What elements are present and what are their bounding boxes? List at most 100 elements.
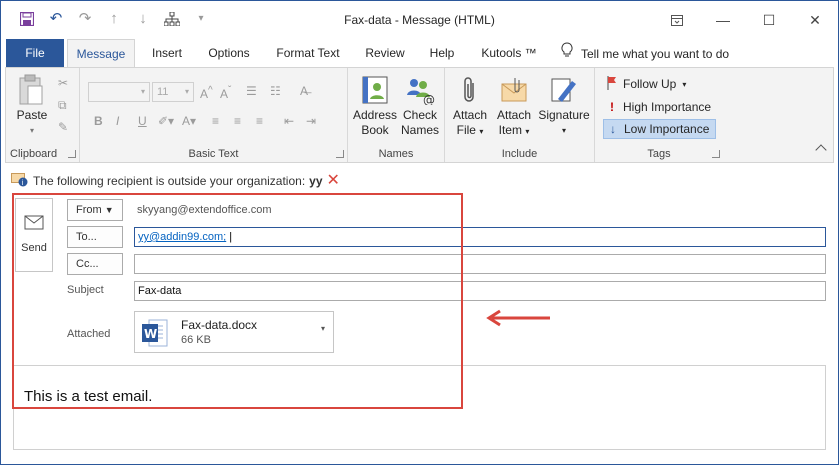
subject-field[interactable]: Fax-data — [134, 281, 826, 301]
basic-text-launcher-icon[interactable] — [336, 150, 344, 158]
clear-format-icon[interactable]: A̶ — [300, 84, 308, 98]
names-group-label: Names — [378, 148, 414, 160]
cc-button[interactable]: Cc... — [67, 253, 123, 275]
paste-button[interactable]: Paste ▾ — [12, 74, 52, 138]
paste-dropdown-icon[interactable]: ▾ — [12, 123, 52, 138]
tab-help[interactable]: Help — [421, 39, 463, 68]
address-book-label-2: Book — [361, 123, 389, 137]
low-importance-label: Low Importance — [624, 122, 710, 136]
align-right-icon[interactable]: ≡ — [256, 114, 263, 128]
ribbon-display-icon[interactable] — [654, 1, 700, 39]
bold-icon[interactable]: B — [94, 114, 103, 128]
to-field[interactable]: yy@addin99.com; | — [134, 227, 826, 247]
attachment-name: Fax-data.docx — [181, 318, 258, 332]
from-label: From — [76, 204, 102, 216]
align-left-icon[interactable]: ≡ — [212, 114, 219, 128]
decrease-indent-icon[interactable]: ⇤ — [284, 114, 294, 128]
send-button[interactable]: Send — [15, 198, 53, 272]
include-group-label: Include — [501, 148, 538, 160]
flag-icon — [607, 75, 617, 93]
send-envelope-icon — [16, 215, 52, 234]
ribbon: Paste ▾ ✂ ⧉ ✎ Clipboard ▾ 11 ▾ A^ Aˇ ☰ ☷ … — [5, 67, 834, 163]
from-button[interactable]: From ▼ — [67, 199, 123, 221]
follow-up-button[interactable]: Follow Up ▾ — [603, 74, 692, 94]
cc-field[interactable] — [134, 254, 826, 274]
bullets-icon[interactable]: ☰ — [246, 84, 257, 98]
subject-label: Subject — [67, 284, 104, 296]
attach-file-label-2: File — [456, 123, 476, 137]
to-button[interactable]: To... — [67, 226, 123, 248]
word-document-icon: W — [141, 318, 169, 351]
mail-tip-bar: i The following recipient is outside you… — [11, 172, 340, 190]
window-controls: — ☐ ✕ — [654, 1, 838, 39]
remove-recipient-icon[interactable]: ✕ — [327, 173, 340, 189]
address-book-button[interactable]: Address Book — [352, 74, 398, 138]
tab-format-text[interactable]: Format Text — [267, 39, 349, 68]
tags-launcher-icon[interactable] — [712, 150, 720, 158]
attach-item-button[interactable]: Attach Item ▾ — [493, 74, 535, 139]
tab-insert[interactable]: Insert — [141, 39, 193, 68]
attach-file-dropdown-icon[interactable]: ▾ — [479, 127, 483, 136]
highlight-icon[interactable]: ✐▾ — [158, 114, 174, 128]
tab-kutools[interactable]: Kutools ™ — [473, 39, 545, 68]
tab-file[interactable]: File — [6, 39, 64, 68]
check-names-label-2: Names — [400, 123, 439, 137]
high-importance-button[interactable]: ! High Importance — [603, 97, 717, 117]
annotation-arrow-icon — [486, 309, 550, 327]
numbering-icon[interactable]: ☷ — [270, 84, 281, 98]
tab-message[interactable]: Message — [67, 39, 135, 68]
align-center-icon[interactable]: ≡ — [234, 114, 241, 128]
message-body[interactable]: This is a test email. — [13, 365, 826, 450]
close-icon[interactable]: ✕ — [792, 1, 838, 39]
attachment-dropdown-icon[interactable]: ▾ — [321, 324, 325, 333]
paperclip-icon — [454, 74, 486, 106]
svg-text:W: W — [144, 327, 157, 341]
check-names-button[interactable]: @ Check Names — [398, 74, 442, 138]
message-body-text: This is a test email. — [24, 388, 153, 405]
font-name-combo[interactable]: ▾ — [88, 82, 150, 102]
svg-text:@: @ — [423, 93, 435, 105]
to-recipient[interactable]: yy@addin99.com; — [138, 231, 226, 243]
tell-me-label: Tell me what you want to do — [581, 46, 730, 61]
high-importance-label: High Importance — [623, 100, 712, 114]
tell-me-box[interactable]: Tell me what you want to do — [561, 39, 729, 68]
svg-text:i: i — [22, 179, 24, 187]
attachment-card[interactable]: W Fax-data.docx 66 KB ▾ — [134, 311, 334, 353]
group-names: Address Book @ Check Names Names — [348, 68, 445, 162]
signature-button[interactable]: Signature ▾ — [537, 74, 591, 138]
cut-icon[interactable]: ✂ — [58, 76, 68, 90]
underline-icon[interactable]: U — [138, 114, 147, 128]
grow-font-icon[interactable]: A^ — [200, 84, 213, 101]
collapse-ribbon-icon[interactable] — [815, 144, 827, 156]
mail-tip-text: The following recipient is outside your … — [33, 174, 306, 188]
group-clipboard: Paste ▾ ✂ ⧉ ✎ Clipboard — [6, 68, 80, 162]
font-color-icon[interactable]: A▾ — [182, 114, 196, 128]
clipboard-launcher-icon[interactable] — [68, 150, 76, 158]
maximize-icon[interactable]: ☐ — [746, 1, 792, 39]
increase-indent-icon[interactable]: ⇥ — [306, 114, 316, 128]
shrink-font-icon[interactable]: Aˇ — [220, 84, 231, 101]
outlook-message-window: ↶ ↷ ↑ ↓ ▾ Fax-data - Message (HTML) — ☐ … — [0, 0, 839, 465]
check-names-label-1: Check — [402, 108, 437, 122]
exclamation-icon: ! — [610, 100, 614, 114]
attach-file-button[interactable]: Attach File ▾ — [449, 74, 491, 139]
signature-dropdown-icon[interactable]: ▾ — [537, 123, 591, 138]
tags-group-label: Tags — [647, 148, 671, 160]
down-arrow-icon: ↓ — [610, 122, 616, 136]
format-painter-icon[interactable]: ✎ — [58, 120, 68, 134]
attach-item-dropdown-icon[interactable]: ▾ — [525, 127, 529, 136]
signature-icon — [548, 74, 580, 106]
address-book-label-1: Address — [352, 108, 398, 122]
italic-icon[interactable]: I — [116, 114, 119, 128]
tab-review[interactable]: Review — [357, 39, 413, 68]
info-icon: i — [11, 172, 29, 190]
attach-item-label-1: Attach — [496, 108, 532, 122]
low-importance-button[interactable]: ↓ Low Importance — [603, 119, 717, 139]
font-size-combo[interactable]: 11 ▾ — [152, 82, 194, 102]
minimize-icon[interactable]: — — [700, 1, 746, 39]
copy-icon[interactable]: ⧉ — [58, 98, 67, 112]
attach-item-label-2: Item — [498, 123, 522, 137]
ribbon-tabs: File Message Insert Options Format Text … — [1, 39, 838, 68]
tab-options[interactable]: Options — [199, 39, 259, 68]
group-tags: Follow Up ▾ ! High Importance ↓ Low Impo… — [595, 68, 723, 162]
